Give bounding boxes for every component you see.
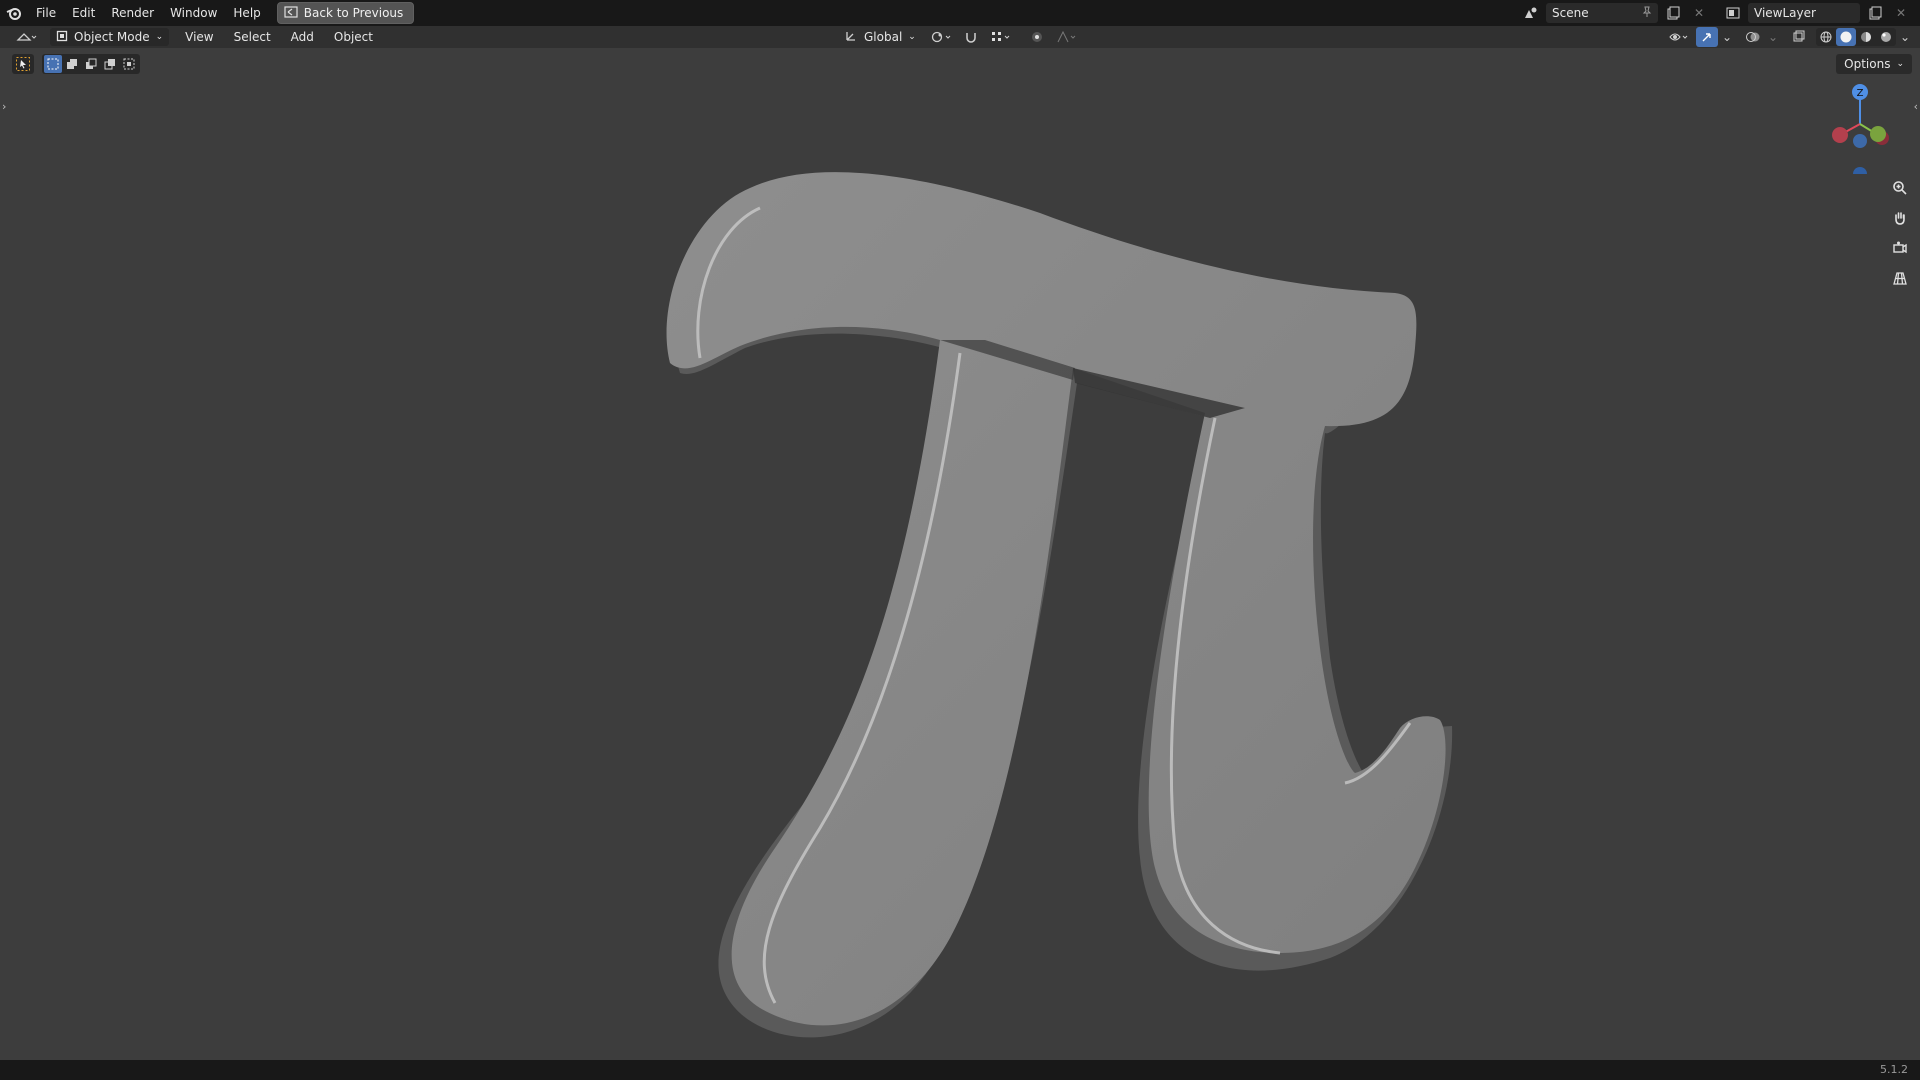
menu-object[interactable]: Object xyxy=(324,26,383,48)
3d-viewport-editor-icon[interactable] xyxy=(12,27,42,47)
scene-name: Scene xyxy=(1552,6,1589,20)
gizmo-dropdown-icon[interactable]: ⌄ xyxy=(1720,27,1734,47)
material-preview-icon[interactable] xyxy=(1856,28,1876,46)
gizmo-bottom-handle[interactable] xyxy=(1853,167,1867,174)
gizmo-x-handle[interactable] xyxy=(1832,127,1848,143)
transform-orientation-dropdown[interactable]: Global ⌄ xyxy=(838,28,922,46)
remove-view-layer-icon[interactable]: ✕ xyxy=(1890,3,1912,23)
select-extend-icon[interactable] xyxy=(63,55,81,73)
orientation-icon xyxy=(844,29,858,46)
navigation-gizmo[interactable]: Z xyxy=(1820,84,1900,174)
chevron-down-icon: ⌄ xyxy=(155,32,164,42)
chevron-down-icon: ⌄ xyxy=(908,32,916,42)
menu-render[interactable]: Render xyxy=(103,0,162,26)
snap-target-icon[interactable] xyxy=(986,27,1016,47)
sidebar-expand-icon[interactable]: ‹ xyxy=(1914,100,1918,113)
menu-help[interactable]: Help xyxy=(225,0,268,26)
camera-icon[interactable] xyxy=(1888,236,1912,260)
back-label: Back to Previous xyxy=(303,6,404,20)
select-new-icon[interactable] xyxy=(44,55,62,73)
scene-name-field[interactable]: Scene xyxy=(1546,3,1658,23)
status-bar: 5.1.2 xyxy=(0,1060,1920,1080)
menu-view[interactable]: View xyxy=(175,26,223,48)
new-view-layer-icon[interactable] xyxy=(1864,3,1886,23)
scene-controls: Scene ✕ ViewLayer ✕ xyxy=(1520,3,1912,23)
view-layer-field[interactable]: ViewLayer xyxy=(1748,3,1860,23)
blender-logo-icon[interactable] xyxy=(0,0,28,26)
viewport-header: Object Mode ⌄ View Select Add Object Glo… xyxy=(0,26,1920,48)
options-dropdown[interactable]: Options ⌄ xyxy=(1836,54,1912,74)
menu-file[interactable]: File xyxy=(28,0,64,26)
version-label: 5.1.2 xyxy=(1880,1063,1908,1076)
shading-dropdown-icon[interactable]: ⌄ xyxy=(1898,27,1912,47)
select-subtract-icon[interactable] xyxy=(82,55,100,73)
object-mode-icon xyxy=(56,30,68,45)
proportional-editing-icon[interactable] xyxy=(1026,27,1048,47)
mode-dropdown[interactable]: Object Mode ⌄ xyxy=(50,28,170,46)
select-tool-icon[interactable] xyxy=(12,54,34,74)
snap-toggle-icon[interactable] xyxy=(960,27,982,47)
visibility-icon[interactable] xyxy=(1664,27,1694,47)
selection-mode-group xyxy=(42,54,140,74)
chevron-down-icon: ⌄ xyxy=(1896,59,1904,69)
gizmo-y-handle[interactable] xyxy=(1870,126,1886,142)
pi-3d-object[interactable] xyxy=(0,48,1920,1060)
mode-label: Object Mode xyxy=(74,30,150,44)
transform-tools: Global ⌄ xyxy=(838,28,1082,46)
menu-edit[interactable]: Edit xyxy=(64,0,103,26)
orientation-label: Global xyxy=(864,30,903,44)
gizmo-neg-z-handle[interactable] xyxy=(1853,134,1867,148)
gizmo-z-label: Z xyxy=(1857,88,1864,99)
new-scene-icon[interactable] xyxy=(1662,3,1684,23)
wireframe-shading-icon[interactable] xyxy=(1816,28,1836,46)
shading-mode-group xyxy=(1816,28,1896,46)
overlays-toggle-icon[interactable] xyxy=(1742,27,1764,47)
zoom-icon[interactable] xyxy=(1888,176,1912,200)
gizmo-toggle-icon[interactable] xyxy=(1696,27,1718,47)
solid-shading-icon[interactable] xyxy=(1836,28,1856,46)
overlays-dropdown-icon[interactable]: ⌄ xyxy=(1766,27,1780,47)
menu-select[interactable]: Select xyxy=(224,26,281,48)
menu-window[interactable]: Window xyxy=(162,0,225,26)
top-bar: File Edit Render Window Help Back to Pre… xyxy=(0,0,1920,26)
viewport-display-tools: ⌄ ⌄ ⌄ xyxy=(1664,27,1912,47)
falloff-icon[interactable] xyxy=(1052,27,1082,47)
view-layer-name: ViewLayer xyxy=(1754,6,1816,20)
options-label: Options xyxy=(1844,57,1891,71)
pivot-point-icon[interactable] xyxy=(926,27,956,47)
scene-selector-icon[interactable] xyxy=(1520,3,1542,23)
3d-viewport[interactable]: Options ⌄ › ‹ Z xyxy=(0,48,1920,1060)
select-invert-icon[interactable] xyxy=(101,55,119,73)
pin-icon[interactable] xyxy=(1642,6,1652,21)
rendered-shading-icon[interactable] xyxy=(1876,28,1896,46)
grid-ortho-icon[interactable] xyxy=(1888,266,1912,290)
back-to-previous-button[interactable]: Back to Previous xyxy=(276,2,415,24)
pan-hand-icon[interactable] xyxy=(1888,206,1912,230)
viewport-toolrow xyxy=(12,54,140,74)
remove-scene-icon[interactable]: ✕ xyxy=(1688,3,1710,23)
menu-add[interactable]: Add xyxy=(281,26,324,48)
view-layer-icon[interactable] xyxy=(1722,3,1744,23)
back-icon xyxy=(284,5,298,21)
toolbar-expand-icon[interactable]: › xyxy=(2,100,6,113)
xray-toggle-icon[interactable] xyxy=(1788,27,1810,47)
select-intersect-icon[interactable] xyxy=(120,55,138,73)
